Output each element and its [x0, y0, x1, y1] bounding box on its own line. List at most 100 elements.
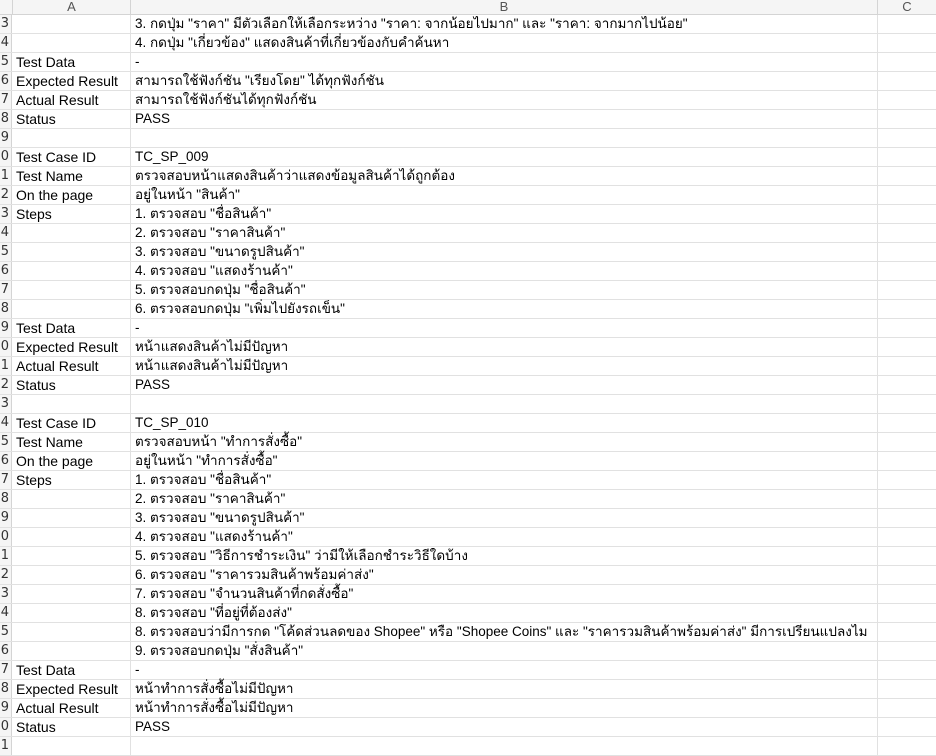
- cell-c[interactable]: [878, 148, 936, 166]
- cell-a[interactable]: Test Name: [13, 167, 131, 185]
- cell-a[interactable]: Actual Result: [13, 699, 131, 717]
- cell-a[interactable]: [13, 490, 131, 508]
- cell-c[interactable]: [878, 509, 936, 527]
- column-header-c[interactable]: C: [878, 0, 936, 14]
- cell-a[interactable]: Expected Result: [13, 72, 131, 90]
- row-number[interactable]: 4: [0, 34, 12, 52]
- cell-a[interactable]: [13, 281, 131, 299]
- cell-a[interactable]: [13, 262, 131, 280]
- cell-b[interactable]: 6. ตรวจสอบกดปุ่ม "เพิ่มไปยังรถเข็น": [131, 300, 878, 318]
- cell-b[interactable]: 3. ตรวจสอบ "ขนาดรูปสินค้า": [131, 509, 878, 527]
- cell-b[interactable]: อยู่ในหน้า "ทำการสั่งซื้อ": [131, 452, 878, 470]
- row-number[interactable]: 0: [0, 148, 12, 166]
- cell-b[interactable]: 4. ตรวจสอบ "แสดงร้านค้า": [131, 262, 878, 280]
- cell-b[interactable]: 6. ตรวจสอบ "ราคารวมสินค้าพร้อมค่าส่ง": [131, 566, 878, 584]
- cell-a[interactable]: [13, 300, 131, 318]
- cell-c[interactable]: [878, 528, 936, 546]
- row-number[interactable]: 6: [0, 72, 12, 90]
- cell-a[interactable]: [13, 509, 131, 527]
- cell-c[interactable]: [878, 699, 936, 717]
- row-number[interactable]: 6: [0, 642, 12, 660]
- cell-c[interactable]: [878, 205, 936, 223]
- cell-a[interactable]: [13, 395, 131, 413]
- cell-a[interactable]: Test Data: [13, 661, 131, 679]
- row-number[interactable]: 7: [0, 661, 12, 679]
- row-number[interactable]: 4: [0, 414, 12, 432]
- cell-c[interactable]: [878, 243, 936, 261]
- cell-b[interactable]: หน้าทำการสั่งซื้อไม่มีปัญหา: [131, 680, 878, 698]
- row-number[interactable]: 8: [0, 300, 12, 318]
- cell-a[interactable]: Expected Result: [13, 338, 131, 356]
- cell-b[interactable]: 5. ตรวจสอบ "วิธีการชำระเงิน" ว่ามีให้เลื…: [131, 547, 878, 565]
- cell-c[interactable]: [878, 623, 936, 641]
- row-number[interactable]: 0: [0, 528, 12, 546]
- row-number[interactable]: 4: [0, 604, 12, 622]
- cell-a[interactable]: [13, 642, 131, 660]
- cell-c[interactable]: [878, 129, 936, 147]
- cell-c[interactable]: [878, 186, 936, 204]
- cell-b[interactable]: TC_SP_010: [131, 414, 878, 432]
- cell-a[interactable]: Actual Result: [13, 357, 131, 375]
- cell-b[interactable]: หน้าแสดงสินค้าไม่มีปัญหา: [131, 338, 878, 356]
- cell-b[interactable]: -: [131, 319, 878, 337]
- cell-b[interactable]: -: [131, 661, 878, 679]
- column-header-a[interactable]: A: [13, 0, 131, 14]
- row-number[interactable]: 8: [0, 490, 12, 508]
- row-number[interactable]: 7: [0, 281, 12, 299]
- cell-c[interactable]: [878, 300, 936, 318]
- cell-c[interactable]: [878, 262, 936, 280]
- cell-a[interactable]: Steps: [13, 205, 131, 223]
- cell-c[interactable]: [878, 338, 936, 356]
- cell-a[interactable]: On the page: [13, 452, 131, 470]
- cell-c[interactable]: [878, 585, 936, 603]
- row-number[interactable]: 0: [0, 718, 12, 736]
- cell-a[interactable]: Test Name: [13, 433, 131, 451]
- cell-a[interactable]: [13, 566, 131, 584]
- row-number[interactable]: 4: [0, 224, 12, 242]
- cell-c[interactable]: [878, 72, 936, 90]
- cell-a[interactable]: [13, 528, 131, 546]
- cell-c[interactable]: [878, 414, 936, 432]
- cell-b[interactable]: อยู่ในหน้า "สินค้า": [131, 186, 878, 204]
- cell-b[interactable]: [131, 395, 878, 413]
- cell-a[interactable]: Expected Result: [13, 680, 131, 698]
- row-number[interactable]: 6: [0, 452, 12, 470]
- cell-a[interactable]: [13, 604, 131, 622]
- cell-c[interactable]: [878, 547, 936, 565]
- cell-c[interactable]: [878, 357, 936, 375]
- cell-c[interactable]: [878, 452, 936, 470]
- row-number[interactable]: 1: [0, 737, 12, 755]
- cell-a[interactable]: [13, 129, 131, 147]
- cell-c[interactable]: [878, 91, 936, 109]
- cell-b[interactable]: PASS: [131, 376, 878, 394]
- cell-b[interactable]: ตรวจสอบหน้า "ทำการสั่งซื้อ": [131, 433, 878, 451]
- cell-c[interactable]: [878, 471, 936, 489]
- cell-b[interactable]: -: [131, 53, 878, 71]
- cell-c[interactable]: [878, 110, 936, 128]
- cell-c[interactable]: [878, 34, 936, 52]
- cell-a[interactable]: Status: [13, 718, 131, 736]
- cell-a[interactable]: Test Data: [13, 319, 131, 337]
- cell-c[interactable]: [878, 376, 936, 394]
- row-number[interactable]: 1: [0, 357, 12, 375]
- row-number[interactable]: 9: [0, 129, 12, 147]
- cell-c[interactable]: [878, 53, 936, 71]
- cell-b[interactable]: TC_SP_009: [131, 148, 878, 166]
- row-number[interactable]: 3: [0, 395, 12, 413]
- cell-b[interactable]: 8. ตรวจสอบว่ามีการกด "โค้ดส่วนลดของ Shop…: [131, 623, 878, 641]
- cell-a[interactable]: Status: [13, 376, 131, 394]
- cell-b[interactable]: 1. ตรวจสอบ "ชื่อสินค้า": [131, 205, 878, 223]
- cell-b[interactable]: 8. ตรวจสอบ "ที่อยู่ที่ต้องส่ง": [131, 604, 878, 622]
- cell-a[interactable]: Test Case ID: [13, 148, 131, 166]
- cell-a[interactable]: [13, 34, 131, 52]
- cell-a[interactable]: [13, 243, 131, 261]
- cell-b[interactable]: 5. ตรวจสอบกดปุ่ม "ชื่อสินค้า": [131, 281, 878, 299]
- row-number[interactable]: 2: [0, 566, 12, 584]
- cell-a[interactable]: Actual Result: [13, 91, 131, 109]
- cell-c[interactable]: [878, 661, 936, 679]
- cell-b[interactable]: 4. ตรวจสอบ "แสดงร้านค้า": [131, 528, 878, 546]
- cell-b[interactable]: 7. ตรวจสอบ "จำนวนสินค้าที่กดสั่งซื้อ": [131, 585, 878, 603]
- cell-b[interactable]: หน้าแสดงสินค้าไม่มีปัญหา: [131, 357, 878, 375]
- row-number[interactable]: 5: [0, 433, 12, 451]
- cell-a[interactable]: On the page: [13, 186, 131, 204]
